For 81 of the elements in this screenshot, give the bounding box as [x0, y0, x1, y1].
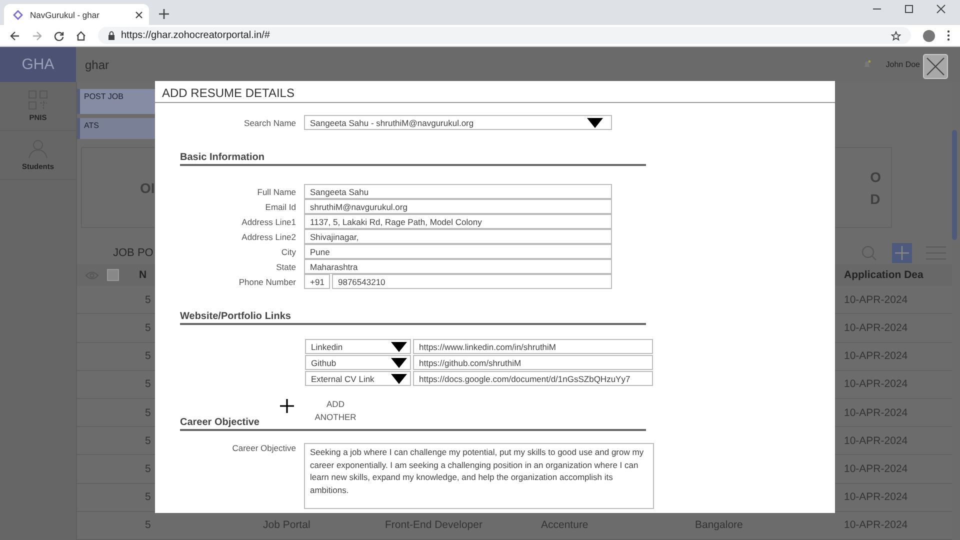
table-cell-text: 10-APR-2024 [844, 519, 909, 532]
field-label: Phone Number [238, 276, 296, 286]
app-name: ghar [85, 58, 110, 72]
close-icon[interactable] [135, 10, 143, 18]
text-field[interactable]: Maharashtra [304, 259, 612, 274]
table-cell-text: Accenture [541, 519, 590, 532]
table-cell-text: 10-APR-2024 [844, 406, 909, 419]
scrollbar[interactable] [952, 130, 957, 240]
close-icon[interactable] [936, 4, 946, 14]
checkbox[interactable] [107, 269, 119, 282]
phone-field[interactable]: 9876543210 [332, 274, 612, 289]
table-cell-text: 5 [145, 350, 152, 362]
table-cell-text: 10-APR-2024 [844, 294, 909, 306]
browser-tab[interactable]: NavGurukul - ghar [4, 4, 149, 25]
link-type-dropdown[interactable]: Github [305, 355, 411, 370]
table-cell-text: 5 [145, 519, 152, 532]
app-logo: GHA [0, 47, 76, 82]
more-icon[interactable] [947, 30, 950, 41]
url-field[interactable]: https://www.linkedin.com/in/shruthiM [413, 339, 653, 354]
field-label: City [280, 246, 296, 256]
section-heading: Basic Information [180, 152, 264, 163]
reload-icon[interactable] [54, 30, 64, 40]
link-type-dropdown[interactable]: External CV Link [305, 371, 411, 386]
table-cell-text: 10-APR-2024 [844, 434, 909, 447]
field-label: Search Name [243, 118, 296, 128]
table-cell-text: 5 [145, 322, 152, 334]
table-cell-text: 5 [145, 406, 152, 419]
table-cell-text: 5 [145, 491, 152, 504]
table-cell-text: Front-End Developer [385, 519, 484, 532]
dialog-title: ADD RESUME DETAILS [155, 81, 835, 103]
table-cell-text: 5 [145, 378, 152, 390]
add-another-button[interactable]: ADD ANOTHER [308, 398, 364, 424]
address-bar[interactable]: https://ghar.zohocreatorportal.in/# [98, 27, 911, 44]
text-field[interactable]: Sangeeta Sahu [304, 184, 612, 199]
lock-icon [108, 31, 115, 40]
column-header: Application Dea [844, 269, 924, 282]
field-label: Email Id [264, 202, 296, 212]
plus-icon[interactable] [280, 399, 294, 413]
table-cell-text: 10-APR-2024 [844, 322, 909, 334]
nav-tab[interactable]: ATS [77, 118, 157, 139]
caret-icon [391, 374, 407, 384]
caret-icon [587, 118, 603, 128]
field-label: Full Name [256, 186, 296, 196]
link-type-dropdown[interactable]: Linkedin [305, 339, 411, 354]
back-icon[interactable] [10, 30, 20, 40]
caret-icon [391, 358, 407, 368]
plus-icon[interactable] [159, 9, 169, 19]
profile-avatar[interactable] [923, 30, 935, 42]
table-cell-text: 10-APR-2024 [844, 491, 909, 504]
nav-tab[interactable]: POST JOB [77, 89, 157, 114]
home-icon[interactable] [76, 30, 86, 40]
bell-icon [862, 60, 871, 69]
star-icon[interactable] [891, 30, 901, 40]
table-cell-text: 10-APR-2024 [844, 350, 909, 362]
url-field[interactable]: https://github.com/shruthiM [413, 355, 653, 370]
url-field[interactable]: https://docs.google.com/document/d/1nGsSZbQHzuYy7 [413, 371, 653, 386]
field-label: Career Objective [231, 443, 296, 453]
field-label: State [275, 262, 296, 272]
table-cell: Bangalore [695, 519, 743, 532]
text-field[interactable]: Pune [304, 244, 612, 259]
table-cell-text: 5 [145, 434, 152, 447]
field-label: Address Line2 [240, 232, 296, 242]
table-cell-text: 10-APR-2024 [844, 378, 909, 390]
column-header: N [139, 269, 148, 282]
table-cell-text: 5 [145, 462, 152, 475]
country-code-field[interactable]: +91 [304, 274, 330, 289]
table-cell-text: 5 [145, 294, 152, 306]
text-field[interactable]: Shivajinagar, [304, 229, 612, 244]
field-label: Address Line1 [240, 216, 296, 226]
text-field[interactable]: 1137, 5, Lakaki Rd, Rage Path, Model Colony [304, 214, 612, 229]
site-icon [13, 10, 23, 20]
section-heading: Career Objective [180, 417, 260, 428]
table-cell-text: Job Portal [263, 519, 312, 532]
section-heading: Website/Portfolio Links [180, 311, 291, 322]
table-cell-text: 10-APR-2024 [844, 462, 909, 475]
maximize-icon[interactable] [904, 4, 914, 14]
text-field[interactable]: shruthiM@navgurukul.org [304, 199, 612, 214]
text-area[interactable]: Seeking a job where I can challenge my potential, put my skills to good use and grow my career exponentially. I am seeking a challenging position in an organization where I can learn new skills, expand my knowledge, and help the organization accomplish its ambitions. [304, 443, 654, 509]
caret-icon [391, 342, 407, 352]
search-dropdown[interactable]: Sangeeta Sahu - shruthiM@navgurukul.org [304, 115, 612, 130]
list-title: JOB PO [113, 247, 154, 260]
